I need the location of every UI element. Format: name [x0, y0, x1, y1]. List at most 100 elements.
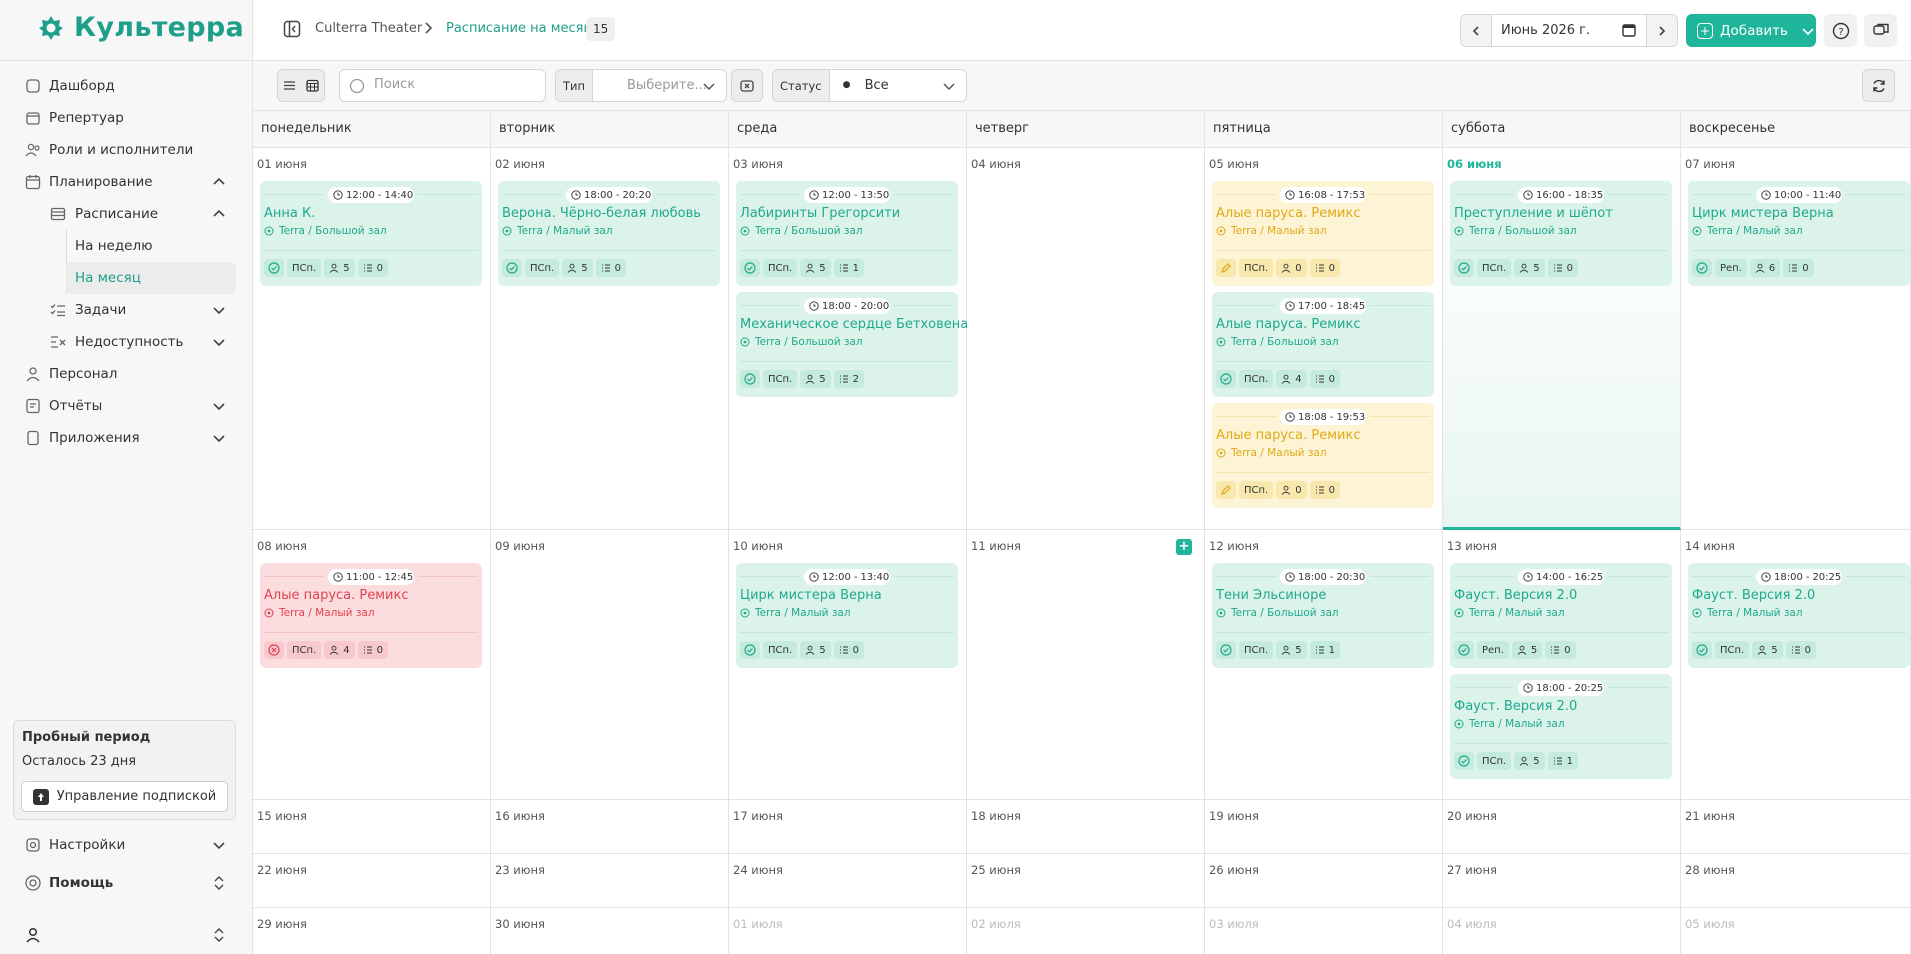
sidebar-item-планирование[interactable]: Планирование	[0, 166, 253, 198]
calendar-day-cell[interactable]: 20 июня	[1443, 800, 1681, 854]
manage-subscription-button[interactable]: Управление подпиской	[21, 781, 228, 812]
status-filter[interactable]: Статус ● Все	[772, 69, 967, 102]
calendar-day-cell[interactable]: 02 июня 18:00 - 20:20 Верона. Чёрно-бела…	[491, 148, 729, 530]
chevron-up-icon[interactable]	[211, 206, 227, 222]
time-dash: -	[1567, 571, 1572, 583]
tasks-count-chip: 0	[833, 641, 864, 659]
calendar-day-cell[interactable]: 22 июня	[253, 854, 491, 908]
month-input[interactable]: Июнь 2026 г.	[1492, 15, 1646, 46]
calendar-day-cell[interactable]: 01 июня 12:00 - 14:40 Анна К. Terra / Бо…	[253, 148, 491, 530]
search-input[interactable]	[374, 77, 534, 92]
event-card[interactable]: 12:00 - 14:40 Анна К. Terra / Большой за…	[260, 181, 482, 286]
chevron-down-icon[interactable]	[211, 302, 227, 318]
cast-count-chip: 5	[1514, 752, 1545, 770]
event-card[interactable]: 12:00 - 13:40 Цирк мистера Верна Terra /…	[736, 563, 958, 668]
calendar-view-button[interactable]	[301, 70, 324, 101]
event-card[interactable]: 18:00 - 20:25 Фауст. Версия 2.0 Terra / …	[1450, 674, 1672, 779]
calendar-day-cell[interactable]: 04 июня	[967, 148, 1205, 530]
event-card[interactable]: 11:00 - 12:45 Алые паруса. Ремикс Terra …	[260, 563, 482, 668]
sidebar-item-недоступность[interactable]: Недоступность	[0, 326, 253, 358]
user-menu[interactable]	[0, 919, 253, 951]
messages-button[interactable]	[1864, 14, 1897, 47]
calendar-day-cell[interactable]: 05 июня 16:08 - 17:53 Алые паруса. Ремик…	[1205, 148, 1443, 530]
calendar-day-cell[interactable]: 28 июня	[1681, 854, 1911, 908]
calendar-day-cell[interactable]: 24 июня	[729, 854, 967, 908]
calendar-day-cell[interactable]: 04 июля	[1443, 908, 1681, 954]
calendar-day-cell[interactable]: 12 июня 18:00 - 20:30 Тени Эльсиноре Ter…	[1205, 530, 1443, 800]
sidebar-item-дашборд[interactable]: Дашборд	[0, 70, 253, 102]
calendar-day-cell[interactable]: 30 июня	[491, 908, 729, 954]
event-card[interactable]: 18:00 - 20:30 Тени Эльсиноре Terra / Бол…	[1212, 563, 1434, 668]
calendar-day-cell[interactable]: 17 июня	[729, 800, 967, 854]
chevron-down-icon[interactable]	[211, 398, 227, 414]
calendar-day-cell[interactable]: 14 июня 18:00 - 20:25 Фауст. Версия 2.0 …	[1681, 530, 1911, 800]
event-card[interactable]: 14:00 - 16:25 Фауст. Версия 2.0 Terra / …	[1450, 563, 1672, 668]
refresh-button[interactable]	[1862, 69, 1895, 102]
calendar-day-cell[interactable]: 05 июля	[1681, 908, 1911, 954]
chevron-down-icon[interactable]	[211, 334, 227, 350]
calendar-day-cell[interactable]: 26 июня	[1205, 854, 1443, 908]
sidebar-item-на-неделю[interactable]: На неделю	[0, 230, 253, 262]
sidebar-item-задачи[interactable]: Задачи	[0, 294, 253, 326]
sidebar-item-help[interactable]: Помощь	[0, 867, 253, 899]
calendar-day-cell[interactable]: 03 июля	[1205, 908, 1443, 954]
sidebar-item-приложения[interactable]: Приложения	[0, 422, 253, 454]
day-date: 18 июня	[971, 809, 1021, 823]
calendar-day-cell[interactable]: 07 июня 10:00 - 11:40 Цирк мистера Верна…	[1681, 148, 1911, 530]
status-select[interactable]: ● Все	[830, 70, 966, 101]
calendar-icon[interactable]	[1622, 23, 1636, 37]
calendar-day-cell[interactable]: 03 июня 12:00 - 13:50 Лабиринты Грегорси…	[729, 148, 968, 530]
calendar-day-cell[interactable]: 11 июня +	[967, 530, 1205, 800]
type-select[interactable]: Выберите...	[593, 70, 726, 101]
list-view-button[interactable]	[278, 70, 301, 101]
event-card[interactable]: 16:00 - 18:35 Преступление и шёпот Terra…	[1450, 181, 1672, 286]
event-card[interactable]: 10:00 - 11:40 Цирк мистера Верна Terra /…	[1688, 181, 1910, 286]
next-month-button[interactable]	[1646, 15, 1677, 46]
add-button[interactable]: + Добавить	[1686, 14, 1816, 47]
calendar-day-cell[interactable]: 06 июня 16:00 - 18:35 Преступление и шёп…	[1443, 148, 1681, 530]
sidebar-item-на-месяц[interactable]: На месяц	[66, 262, 236, 294]
event-card[interactable]: 18:08 - 19:53 Алые паруса. Ремикс Terra …	[1212, 403, 1434, 508]
logo[interactable]: Культерра	[38, 12, 244, 43]
calendar-day-cell[interactable]: 13 июня 14:00 - 16:25 Фауст. Версия 2.0 …	[1443, 530, 1681, 800]
event-card[interactable]: 18:00 - 20:20 Верона. Чёрно-белая любовь…	[498, 181, 720, 286]
sidebar-item-расписание[interactable]: Расписание	[0, 198, 253, 230]
clear-filter-button[interactable]	[731, 69, 763, 102]
sidebar-item-репертуар[interactable]: Репертуар	[0, 102, 253, 134]
calendar-day-cell[interactable]: 21 июня	[1681, 800, 1911, 854]
add-event-button[interactable]: +	[1176, 539, 1192, 555]
event-card[interactable]: 12:00 - 13:50 Лабиринты Грегорсити Terra…	[736, 181, 958, 286]
calendar-day-cell[interactable]: 15 июня	[253, 800, 491, 854]
event-card[interactable]: 18:00 - 20:25 Фауст. Версия 2.0 Terra / …	[1688, 563, 1910, 668]
sidebar-item-персонал[interactable]: Персонал	[0, 358, 253, 390]
cast-icon	[1757, 645, 1767, 655]
calendar-day-cell[interactable]: 23 июня	[491, 854, 729, 908]
event-card[interactable]: 16:08 - 17:53 Алые паруса. Ремикс Terra …	[1212, 181, 1434, 286]
calendar-day-cell[interactable]: 27 июня	[1443, 854, 1681, 908]
weekday-header-cell: воскресенье	[1681, 111, 1911, 148]
event-card[interactable]: 18:00 - 20:00 Механическое сердце Бетхов…	[736, 292, 968, 397]
calendar-day-cell[interactable]: 18 июня	[967, 800, 1205, 854]
calendar-day-cell[interactable]: 29 июня	[253, 908, 491, 954]
calendar-day-cell[interactable]: 02 июля	[967, 908, 1205, 954]
sidebar-item-роли-и-исполнители[interactable]: Роли и исполнители	[0, 134, 253, 166]
help-button[interactable]: ?	[1824, 14, 1857, 47]
chevron-up-icon[interactable]	[211, 174, 227, 190]
calendar-day-cell[interactable]: 08 июня 11:00 - 12:45 Алые паруса. Ремик…	[253, 530, 491, 800]
breadcrumb-root[interactable]: Culterra Theater	[315, 21, 422, 36]
calendar-day-cell[interactable]: 19 июня	[1205, 800, 1443, 854]
calendar-day-cell[interactable]: 01 июля	[729, 908, 967, 954]
sidebar-item-отчёты[interactable]: Отчёты	[0, 390, 253, 422]
calendar-day-cell[interactable]: 25 июня	[967, 854, 1205, 908]
calendar-day-cell[interactable]: 16 июня	[491, 800, 729, 854]
event-type-chip: ПСп.	[763, 641, 798, 659]
event-card[interactable]: 17:00 - 18:45 Алые паруса. Ремикс Terra …	[1212, 292, 1434, 397]
calendar-day-cell[interactable]: 10 июня 12:00 - 13:40 Цирк мистера Верна…	[729, 530, 967, 800]
sidebar-item-settings[interactable]: Настройки	[0, 829, 253, 861]
calendar-day-cell[interactable]: 09 июня	[491, 530, 729, 800]
type-filter[interactable]: Тип Выберите...	[555, 69, 727, 102]
chevron-down-icon[interactable]	[211, 430, 227, 446]
cast-count-chip: 5	[800, 641, 831, 659]
prev-month-button[interactable]	[1461, 15, 1492, 46]
sidebar-toggle-icon[interactable]	[283, 20, 301, 38]
